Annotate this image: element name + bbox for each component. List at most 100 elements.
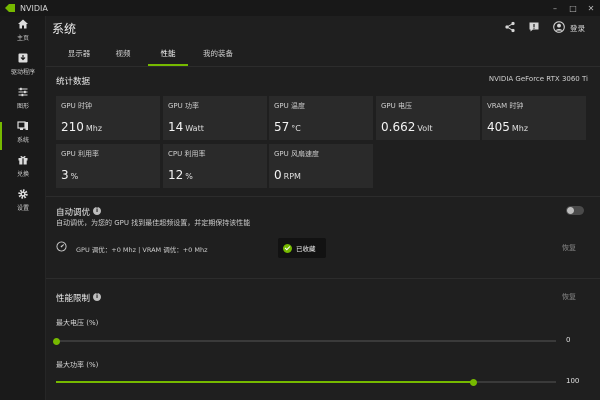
tab-video[interactable]: 视频 — [108, 42, 138, 66]
toast-label: 已收藏 — [296, 245, 316, 253]
home-icon — [18, 19, 28, 29]
info-icon[interactable]: i — [93, 207, 101, 215]
close-button[interactable]: ✕ — [582, 0, 600, 16]
max-voltage-label: 最大电压 (%) — [56, 319, 99, 327]
feedback-icon[interactable] — [528, 21, 540, 33]
stat-value: 405 — [487, 120, 510, 134]
stat-label: GPU 利用率 — [61, 150, 99, 158]
active-indicator — [0, 122, 2, 150]
stat-label: GPU 功率 — [168, 102, 199, 110]
stat-unit: Mhz — [85, 124, 103, 133]
stats-title: 统计数据 — [56, 77, 91, 87]
slider-fill — [56, 381, 474, 383]
gift-icon — [18, 155, 28, 165]
stat-card-gpu-temp: GPU 温度 57 °C — [269, 96, 373, 140]
gpu-name: NVIDIA GeForce RTX 3060 Ti — [488, 75, 588, 83]
stat-unit: RPM — [283, 172, 301, 181]
stat-label: GPU 时钟 — [61, 102, 92, 110]
stat-unit: °C — [291, 124, 301, 133]
minimize-button[interactable]: – — [546, 0, 564, 16]
stat-label: GPU 温度 — [274, 102, 305, 110]
section-divider — [46, 196, 600, 197]
stat-value-wrap: 0.662 Volt — [381, 120, 432, 134]
title-bar: NVIDIA — [0, 0, 600, 16]
auto-tune-toggle[interactable] — [566, 206, 584, 215]
stat-label: GPU 电压 — [381, 102, 412, 110]
tabs-divider — [46, 66, 600, 67]
info-icon[interactable]: i — [93, 293, 101, 301]
speedometer-icon — [56, 241, 67, 252]
download-icon — [18, 53, 28, 63]
auto-tune-restore-button[interactable]: 恢复 — [562, 243, 576, 253]
sidebar-item-label: 主页 — [16, 35, 29, 42]
checkmark-icon — [283, 243, 292, 253]
sidebar-item-label: 驱动程序 — [10, 69, 35, 76]
stat-unit: Mhz — [511, 124, 529, 133]
tab-label: 性能 — [160, 49, 176, 58]
sidebar-item-home[interactable]: 主页 — [0, 18, 46, 52]
stat-value-wrap: 405 Mhz — [487, 120, 528, 134]
stat-value: 210 — [61, 120, 84, 134]
saved-toast: 已收藏 — [278, 238, 326, 258]
stat-unit: % — [70, 172, 79, 181]
gear-icon — [18, 189, 28, 199]
stat-card-gpu-voltage: GPU 电压 0.662 Volt — [376, 96, 480, 140]
stat-card-gpu-utilization: GPU 利用率 3% — [56, 144, 160, 188]
user-avatar-icon[interactable] — [553, 21, 565, 33]
stat-card-gpu-clock: GPU 时钟 210 Mhz — [56, 96, 160, 140]
sidebar-item-label: 图形 — [16, 103, 29, 110]
stat-value: 0 — [274, 168, 282, 182]
system-icon — [17, 121, 28, 130]
tab-label: 我的装备 — [203, 49, 233, 58]
perf-limit-restore-button[interactable]: 恢复 — [562, 292, 576, 302]
auto-tune-status: GPU 调优：+0 Mhz | VRAM 调优：+0 Mhz — [76, 246, 208, 254]
sidebar-item-settings[interactable]: 设置 — [0, 188, 46, 222]
sidebar-item-redeem[interactable]: 兑换 — [0, 154, 46, 188]
login-button[interactable]: 登录 — [570, 23, 585, 34]
stat-card-vram-clock: VRAM 时钟 405 Mhz — [482, 96, 586, 140]
stat-card-gpu-power: GPU 功率 14 Watt — [163, 96, 267, 140]
stat-unit: Watt — [185, 124, 204, 133]
tab-my-rig[interactable]: 我的装备 — [198, 42, 238, 66]
section-divider — [46, 278, 600, 279]
perf-limit-title: 性能限制 — [56, 294, 91, 304]
max-power-slider[interactable] — [56, 378, 556, 386]
stat-label: GPU 风扇速度 — [274, 150, 319, 158]
stat-label: VRAM 时钟 — [487, 102, 524, 110]
stat-value-wrap: 0 RPM — [274, 168, 301, 182]
sidebar-item-system[interactable]: 系统 — [0, 120, 46, 154]
sidebar-item-graphics[interactable]: 图形 — [0, 86, 46, 120]
toggle-knob — [567, 207, 574, 214]
stat-card-fan-speed: GPU 风扇速度 0 RPM — [269, 144, 373, 188]
auto-tune-title: 自动调优 — [56, 208, 91, 218]
sidebar-item-label: 设置 — [16, 205, 29, 212]
stat-unit: % — [185, 172, 193, 181]
stat-value: 0.662 — [381, 120, 416, 134]
stat-unit: Volt — [417, 124, 433, 133]
stat-card-cpu-utilization: CPU 利用率 12% — [163, 144, 267, 188]
max-voltage-value: 0 — [566, 336, 571, 344]
app-title: NVIDIA — [20, 3, 48, 13]
stat-value: 14 — [168, 120, 184, 134]
sidebar: 主页 驱动程序 图形 系统 兑换 设置 — [0, 16, 46, 400]
sliders-icon — [18, 87, 28, 97]
sidebar-item-drivers[interactable]: 驱动程序 — [0, 52, 46, 86]
stat-label: CPU 利用率 — [168, 150, 206, 158]
maximize-button[interactable]: □ — [564, 0, 582, 16]
max-voltage-slider[interactable] — [52, 337, 556, 345]
stat-value-wrap: 210 Mhz — [61, 120, 102, 134]
slider-thumb[interactable] — [52, 337, 60, 345]
stat-value-wrap: 14 Watt — [168, 120, 204, 134]
max-power-value: 100 — [566, 377, 580, 385]
auto-tune-description: 自动调优，为您的 GPU 找到最佳超频设置，并定期保持该性能 — [56, 219, 251, 227]
stat-value: 3 — [61, 168, 69, 182]
tab-performance[interactable]: 性能 — [148, 42, 188, 66]
stat-value-wrap: 3% — [61, 168, 78, 182]
share-icon[interactable] — [504, 21, 516, 33]
tab-label: 显示器 — [67, 49, 91, 58]
stat-value-wrap: 57 °C — [274, 120, 301, 134]
page-title: 系统 — [52, 22, 77, 36]
slider-thumb[interactable] — [470, 378, 477, 386]
sidebar-item-label: 兑换 — [16, 171, 29, 178]
tab-display[interactable]: 显示器 — [62, 42, 96, 66]
